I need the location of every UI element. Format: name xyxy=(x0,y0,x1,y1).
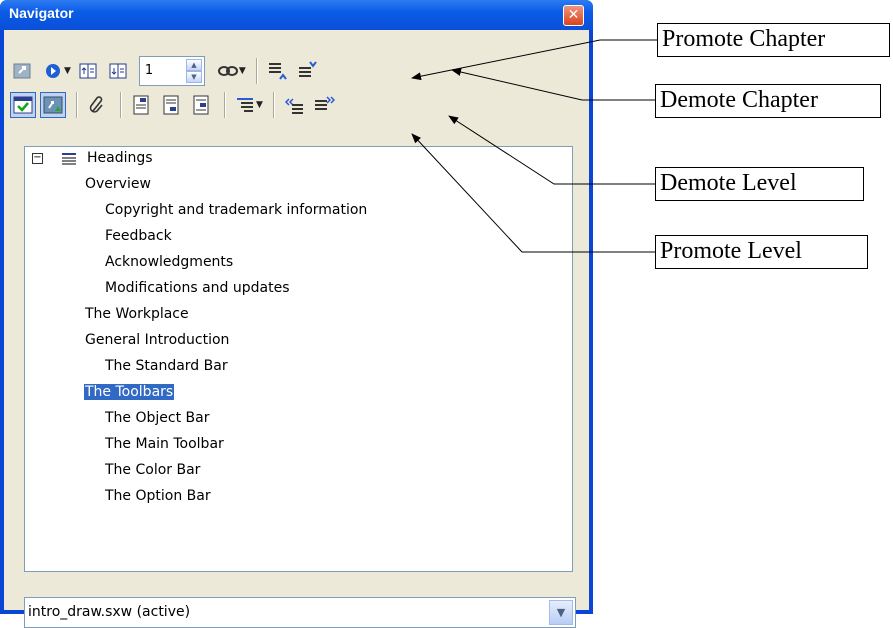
callout-demote-level: Demote Level xyxy=(655,167,864,201)
callout-promote-chapter: Promote Chapter xyxy=(657,23,890,57)
callout-demote-chapter: Demote Chapter xyxy=(655,84,881,118)
callout-promote-level: Promote Level xyxy=(655,235,868,269)
